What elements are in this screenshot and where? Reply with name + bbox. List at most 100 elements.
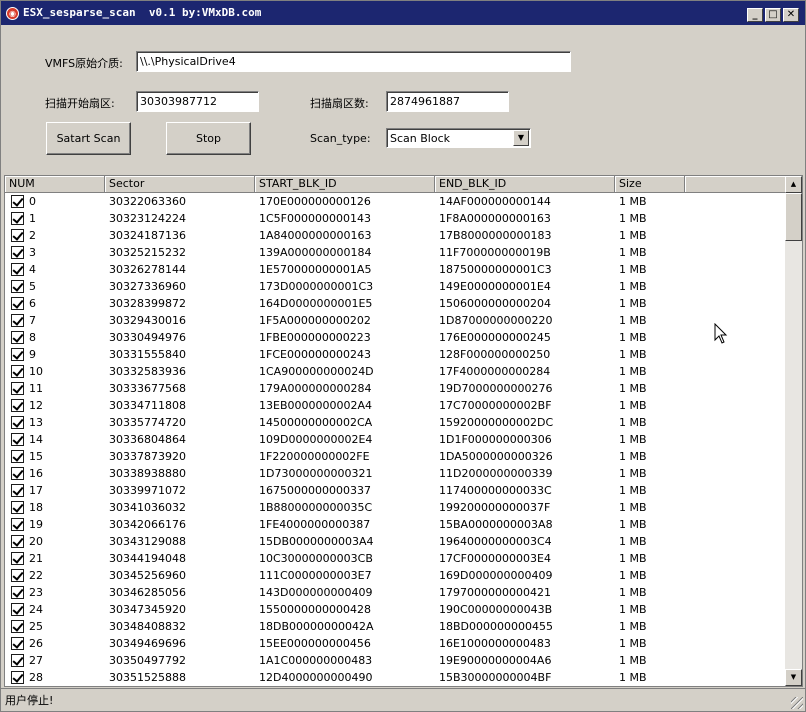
- vertical-scrollbar[interactable]: ▲ ▼: [785, 176, 802, 686]
- table-row[interactable]: 7 30329430016 1F5A000000000202 1D8700000000…: [5, 312, 786, 329]
- maximize-button[interactable]: □: [765, 8, 781, 22]
- table-row[interactable]: 10 30332583936 1CA900000000024D 17F40000000…: [5, 363, 786, 380]
- checkbox-checked-icon[interactable]: [11, 365, 24, 378]
- close-button[interactable]: ✕: [783, 8, 799, 22]
- table-row[interactable]: 13 30335774720 14500000000002CA 15920000000…: [5, 414, 786, 431]
- checkbox-checked-icon[interactable]: [11, 416, 24, 429]
- table-row[interactable]: 6 30328399872 164D0000000001E5 150600000000…: [5, 295, 786, 312]
- table-row[interactable]: 11 30333677568 179A000000000284 19D70000000…: [5, 380, 786, 397]
- checkbox-checked-icon[interactable]: [11, 399, 24, 412]
- table-row[interactable]: 19 30342066176 1FE4000000000387 15BA0000000…: [5, 516, 786, 533]
- row-num-text: 7: [29, 314, 36, 327]
- checkbox-checked-icon[interactable]: [11, 280, 24, 293]
- table-row[interactable]: 25 30348408832 18DB00000000042A 18BD0000000…: [5, 618, 786, 635]
- table-row[interactable]: 22 30345256960 111C0000000003E7 169D0000000…: [5, 567, 786, 584]
- table-row[interactable]: 9 30331555840 1FCE000000000243 128F00000000…: [5, 346, 786, 363]
- table-row[interactable]: 20 30343129088 15DB0000000003A4 19640000000…: [5, 533, 786, 550]
- column-size[interactable]: Size: [615, 176, 685, 193]
- table-row[interactable]: 18 30341036032 1B8800000000035C 19920000000…: [5, 499, 786, 516]
- checkbox-checked-icon[interactable]: [11, 195, 24, 208]
- checkbox-checked-icon[interactable]: [11, 484, 24, 497]
- checkbox-checked-icon[interactable]: [11, 467, 24, 480]
- media-input[interactable]: [136, 51, 571, 72]
- table-row[interactable]: 14 30336804864 109D0000000002E4 1D1F0000000…: [5, 431, 786, 448]
- start-sector-input[interactable]: [136, 91, 259, 112]
- row-end-blk-id: 199200000000037F: [439, 501, 551, 514]
- checkbox-checked-icon[interactable]: [11, 314, 24, 327]
- row-num-text: 6: [29, 297, 36, 310]
- scroll-down-button[interactable]: ▼: [785, 669, 802, 686]
- row-end-blk-id: 15BA0000000003A8: [439, 518, 553, 531]
- title-bar[interactable]: ◉ ESX_sesparse_scan v0.1 by:VMxDB.com _ …: [1, 1, 805, 25]
- scan-type-label: Scan_type:: [310, 132, 371, 145]
- checkbox-checked-icon[interactable]: [11, 212, 24, 225]
- table-row[interactable]: 28 30351525888 12D4000000000490 15B30000000…: [5, 669, 786, 686]
- row-num-text: 19: [29, 518, 43, 531]
- table-row[interactable]: 3 30325215232 139A000000000184 11F700000000…: [5, 244, 786, 261]
- table-row[interactable]: 8 30330494976 1FBE000000000223 176E00000000…: [5, 329, 786, 346]
- stop-button[interactable]: Stop: [166, 122, 251, 155]
- row-end-blk-id: 169D000000000409: [439, 569, 553, 582]
- row-sector: 30335774720: [109, 416, 186, 429]
- checkbox-checked-icon[interactable]: [11, 671, 24, 684]
- checkbox-checked-icon[interactable]: [11, 501, 24, 514]
- checkbox-checked-icon[interactable]: [11, 654, 24, 667]
- column-start-blk-id[interactable]: START_BLK_ID: [255, 176, 435, 193]
- scroll-up-button[interactable]: ▲: [785, 176, 802, 193]
- checkbox-checked-icon[interactable]: [11, 450, 24, 463]
- checkbox-checked-icon[interactable]: [11, 331, 24, 344]
- column-end-blk-id[interactable]: END_BLK_ID: [435, 176, 615, 193]
- checkbox-checked-icon[interactable]: [11, 518, 24, 531]
- table-row[interactable]: 21 30344194048 10C30000000003CB 17CF0000000…: [5, 550, 786, 567]
- row-end-blk-id: 117400000000033C: [439, 484, 552, 497]
- table-row[interactable]: 16 30338938880 1D73000000000321 11D20000000…: [5, 465, 786, 482]
- table-row[interactable]: 27 30350497792 1A1C000000000483 19E90000000…: [5, 652, 786, 669]
- row-num-text: 27: [29, 654, 43, 667]
- column-num[interactable]: NUM: [5, 176, 105, 193]
- resize-grip-icon[interactable]: [791, 697, 803, 709]
- table-row[interactable]: 17 30339971072 1675000000000337 11740000000…: [5, 482, 786, 499]
- app-window: ◉ ESX_sesparse_scan v0.1 by:VMxDB.com _ …: [0, 0, 806, 712]
- table-row[interactable]: 0 30322063360 170E000000000126 14AF00000000…: [5, 193, 786, 210]
- start-scan-button[interactable]: Satart Scan: [46, 122, 131, 155]
- checkbox-checked-icon[interactable]: [11, 603, 24, 616]
- table-row[interactable]: 2 30324187136 1A84000000000163 17B800000000…: [5, 227, 786, 244]
- row-size: 1 MB: [619, 603, 647, 616]
- table-row[interactable]: 12 30334711808 13EB0000000002A4 17C70000000…: [5, 397, 786, 414]
- checkbox-checked-icon[interactable]: [11, 433, 24, 446]
- table-row[interactable]: 4 30326278144 1E570000000001A5 187500000000…: [5, 261, 786, 278]
- row-size: 1 MB: [619, 195, 647, 208]
- checkbox-checked-icon[interactable]: [11, 569, 24, 582]
- scan-type-select[interactable]: Scan Block ▼: [386, 128, 531, 148]
- chevron-down-icon[interactable]: ▼: [513, 130, 529, 146]
- start-sector-label: 扫描开始扇区:: [45, 97, 115, 110]
- table-row[interactable]: 5 30327336960 173D0000000001C3 149E00000000…: [5, 278, 786, 295]
- row-size: 1 MB: [619, 637, 647, 650]
- checkbox-checked-icon[interactable]: [11, 637, 24, 650]
- minimize-button[interactable]: _: [747, 8, 763, 22]
- checkbox-checked-icon[interactable]: [11, 246, 24, 259]
- table-row[interactable]: 1 30323124224 1C5F000000000143 1F8A00000000…: [5, 210, 786, 227]
- checkbox-checked-icon[interactable]: [11, 348, 24, 361]
- column-sector[interactable]: Sector: [105, 176, 255, 193]
- table-row[interactable]: 26 30349469696 15EE000000000456 16E10000000…: [5, 635, 786, 652]
- table-row[interactable]: 23 30346285056 143D000000000409 17970000000…: [5, 584, 786, 601]
- table-row[interactable]: 15 30337873920 1F220000000002FE 1DA50000000…: [5, 448, 786, 465]
- row-num: 23: [5, 584, 105, 601]
- checkbox-checked-icon[interactable]: [11, 229, 24, 242]
- checkbox-checked-icon[interactable]: [11, 552, 24, 565]
- checkbox-checked-icon[interactable]: [11, 586, 24, 599]
- checkbox-checked-icon[interactable]: [11, 620, 24, 633]
- sector-count-input[interactable]: [386, 91, 509, 112]
- row-num: 13: [5, 414, 105, 431]
- checkbox-checked-icon[interactable]: [11, 263, 24, 276]
- checkbox-checked-icon[interactable]: [11, 297, 24, 310]
- results-list[interactable]: NUM Sector START_BLK_ID END_BLK_ID Size …: [4, 175, 803, 687]
- row-size: 1 MB: [619, 212, 647, 225]
- table-row[interactable]: 24 30347345920 1550000000000428 190C0000000…: [5, 601, 786, 618]
- row-end-blk-id: 149E0000000001E4: [439, 280, 551, 293]
- checkbox-checked-icon[interactable]: [11, 382, 24, 395]
- row-sector: 30336804864: [109, 433, 186, 446]
- checkbox-checked-icon[interactable]: [11, 535, 24, 548]
- scroll-thumb[interactable]: [785, 193, 802, 241]
